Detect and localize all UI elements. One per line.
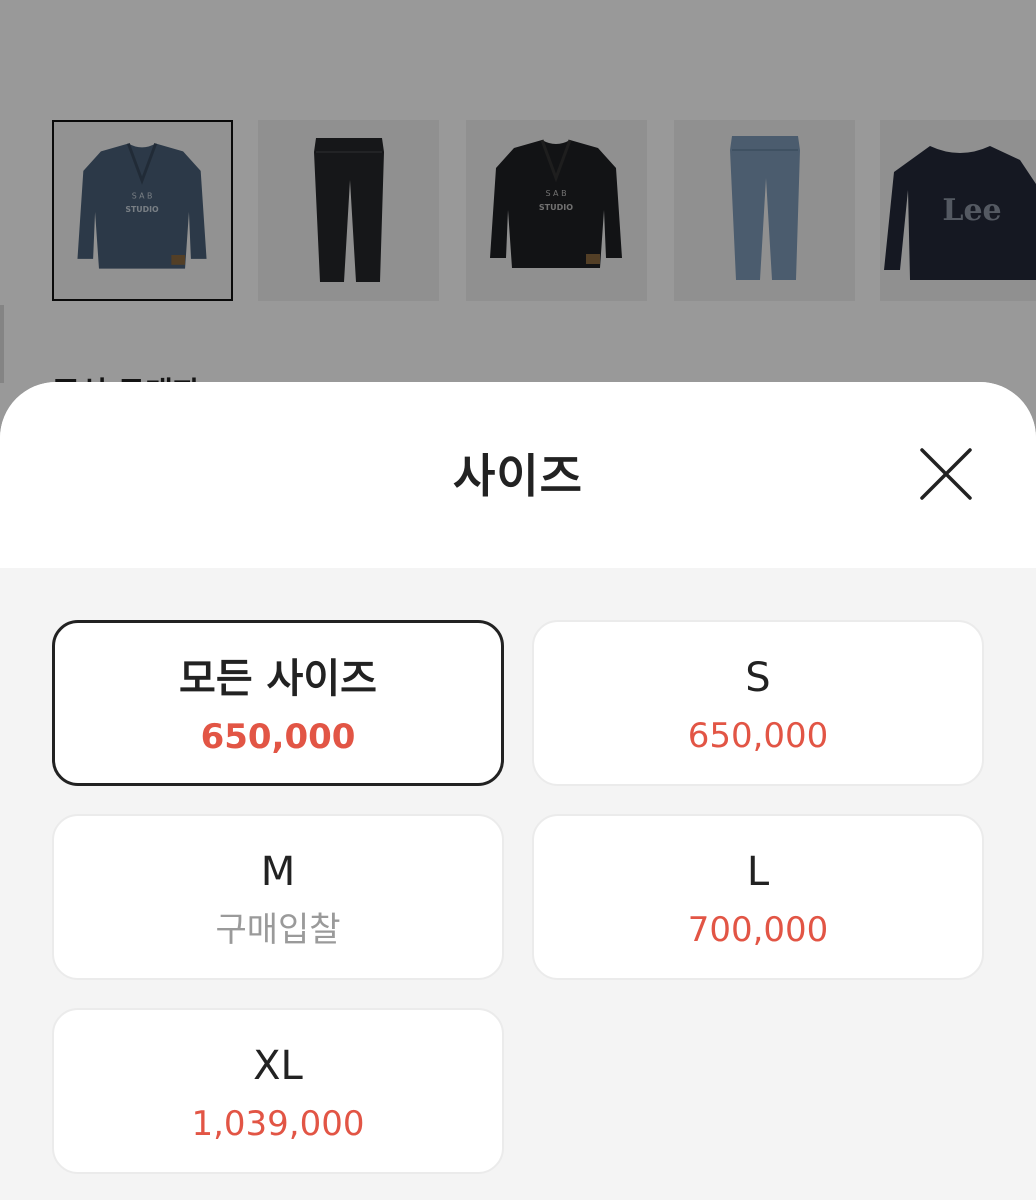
size-bottom-sheet: 사이즈 모든 사이즈 650,000 S 650,000 M 구매입찰 L 70… [0,382,1036,1200]
close-icon [920,448,972,500]
size-price: 650,000 [687,716,829,756]
size-option-m[interactable]: M 구매입찰 [52,814,504,980]
size-label: XL [253,1043,303,1089]
size-options-area: 모든 사이즈 650,000 S 650,000 M 구매입찰 L 700,00… [0,568,1036,1200]
close-button[interactable] [918,446,974,502]
size-option-s[interactable]: S 650,000 [532,620,984,786]
size-price: 1,039,000 [191,1104,365,1144]
size-price: 650,000 [200,717,356,757]
sheet-title: 사이즈 [453,449,583,503]
size-option-xl[interactable]: XL 1,039,000 [52,1008,504,1174]
size-option-all[interactable]: 모든 사이즈 650,000 [52,620,504,786]
size-option-l[interactable]: L 700,000 [532,814,984,980]
sheet-header: 사이즈 [0,382,1036,568]
size-label: S [745,655,771,701]
size-label: 모든 사이즈 [179,656,377,702]
size-label: L [746,849,770,895]
size-price: 700,000 [687,910,829,950]
size-label: M [260,849,296,895]
size-bid-label: 구매입찰 [215,910,341,950]
